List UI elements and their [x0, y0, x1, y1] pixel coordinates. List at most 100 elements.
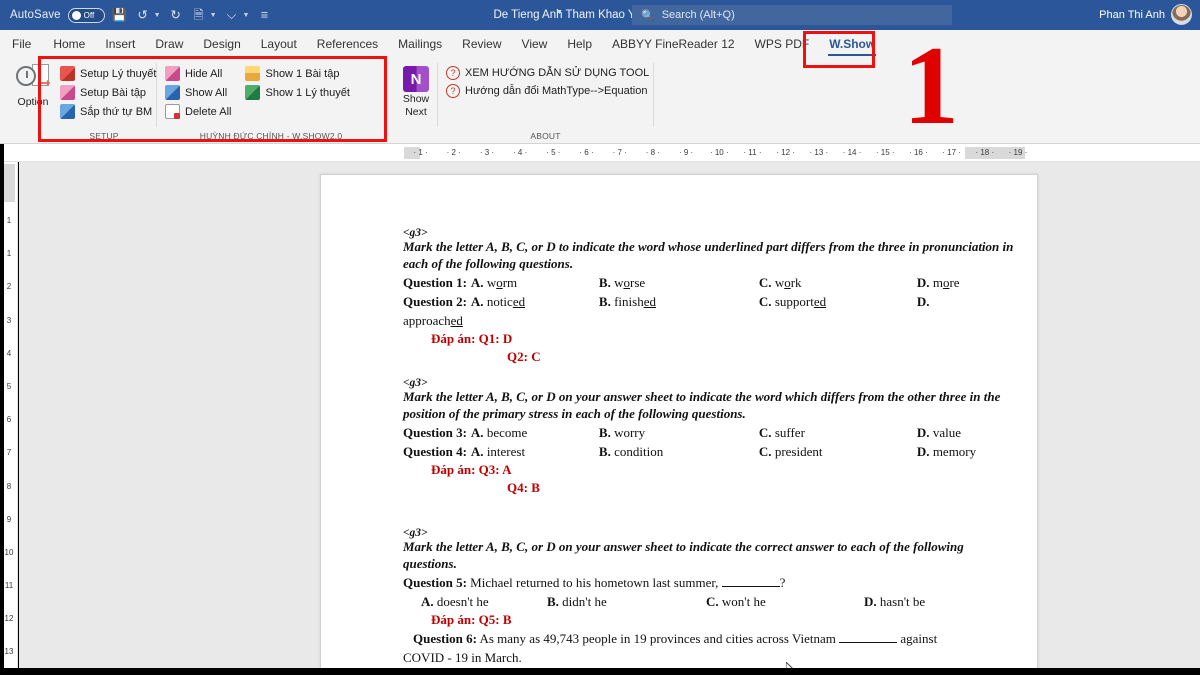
- setup-exercise-label: Setup Bài tập: [80, 87, 146, 99]
- tab-insert[interactable]: Insert: [95, 33, 145, 55]
- tab-layout[interactable]: Layout: [251, 33, 307, 55]
- ruler-tick: · 3 ·: [470, 144, 503, 162]
- option-letter: D.: [864, 594, 877, 609]
- tab-design[interactable]: Design: [193, 33, 250, 55]
- paragraph-spacer: [321, 366, 1037, 377]
- tab-mailings[interactable]: Mailings: [388, 33, 452, 55]
- show-one-theory-button[interactable]: Show 1 Lý thuyết: [243, 84, 353, 101]
- setup-exercise-button[interactable]: Setup Bài tập: [58, 84, 150, 101]
- view-tool-guide-button[interactable]: ? XEM HƯỚNG DẪN SỬ DỤNG TOOL: [444, 65, 647, 81]
- option-letter: A.: [471, 425, 484, 440]
- section-instruction: Mark the letter A, B, C, or D on your an…: [321, 539, 1037, 572]
- undo-dropdown-icon[interactable]: ▼: [154, 12, 161, 19]
- print-preview-icon[interactable]: 🗎: [191, 7, 207, 23]
- hide-all-button[interactable]: Hide All: [163, 65, 235, 82]
- option-letter: C.: [706, 594, 719, 609]
- redo-icon[interactable]: ↻: [168, 7, 184, 23]
- option-d: D. hasn't be: [864, 592, 925, 611]
- option-post: rm: [503, 275, 517, 290]
- title-dropdown-icon[interactable]: ▼: [556, 9, 563, 16]
- print-dropdown-icon[interactable]: ▼: [210, 12, 217, 19]
- option-letter: A.: [471, 294, 484, 309]
- delete-all-button[interactable]: Delete All: [163, 103, 235, 120]
- search-box[interactable]: 🔍 Search (Alt+Q): [632, 5, 952, 25]
- touch-mode-icon[interactable]: ⌵: [224, 7, 240, 23]
- undo-icon[interactable]: ↺: [135, 7, 151, 23]
- avatar[interactable]: [1171, 4, 1192, 25]
- ribbon-group-wshow: Hide All Show All Delete All: [157, 58, 385, 143]
- touch-dropdown-icon[interactable]: ▼: [243, 12, 250, 19]
- option-letter: A.: [471, 275, 484, 290]
- tab-abbyy-finereader[interactable]: ABBYY FineReader 12: [602, 33, 745, 55]
- option-letter: D.: [917, 294, 930, 309]
- tab-review[interactable]: Review: [452, 33, 511, 55]
- answer-line: Đáp án: Q3: A: [321, 461, 1037, 479]
- option-letter: B.: [547, 594, 559, 609]
- option-c: C. supported: [759, 292, 917, 311]
- sort-order-button[interactable]: Sắp thứ tự BM: [58, 103, 150, 120]
- show-one-exercise-button[interactable]: Show 1 Bài tập: [243, 65, 353, 82]
- option-a: A. interest: [467, 442, 599, 461]
- tab-wps-pdf[interactable]: WPS PDF: [745, 33, 820, 55]
- autosave-label: AutoSave: [10, 9, 61, 21]
- show-next-label-line1: Show: [403, 94, 429, 105]
- tab-home[interactable]: Home: [43, 33, 95, 55]
- ribbon-group-about: ? XEM HƯỚNG DẪN SỬ DỤNG TOOL ? Hướng dẫn…: [438, 58, 653, 143]
- autosave-toggle[interactable]: Off: [68, 8, 105, 23]
- tab-view[interactable]: View: [512, 33, 558, 55]
- ruler-tick: · 6 ·: [570, 144, 603, 162]
- answer-line: Q2: C: [321, 348, 1037, 366]
- tab-references[interactable]: References: [307, 33, 388, 55]
- answer-line: Đáp án: Q5: B: [321, 611, 1037, 629]
- section-tag: <g3>: [321, 377, 1037, 389]
- option-b: B. worry: [599, 423, 759, 442]
- ruler-tick: · 18 ·: [968, 144, 1001, 162]
- help-circle-icon: ?: [446, 66, 460, 80]
- option-underlined: ed: [814, 294, 826, 309]
- autosave-toggle-knob: [72, 11, 81, 20]
- tab-help[interactable]: Help: [557, 33, 602, 55]
- show-one-exercise-icon: [245, 66, 260, 81]
- option-text: worry: [614, 425, 645, 440]
- option-d: D.: [917, 292, 930, 311]
- tab-draw[interactable]: Draw: [145, 33, 193, 55]
- delete-all-label: Delete All: [185, 106, 231, 118]
- option-letter: A.: [421, 594, 434, 609]
- ruler-tick: · 12 ·: [769, 144, 802, 162]
- ribbon-tab-strip: File Home Insert Draw Design Layout Refe…: [0, 30, 1200, 58]
- ruler-tick: · 11 ·: [736, 144, 769, 162]
- question-label: Question 1:: [403, 273, 467, 292]
- save-icon[interactable]: 💾: [112, 7, 128, 23]
- show-next-button[interactable]: N Show Next: [391, 62, 441, 118]
- ribbon: ➞ Option Setup Lý thuyết Setup Bài tập: [0, 58, 1200, 144]
- tab-wshow[interactable]: W.Show: [819, 33, 885, 55]
- help-circle-icon: ?: [446, 84, 460, 98]
- option-text: doesn't he: [437, 594, 489, 609]
- option-letter: C.: [759, 294, 772, 309]
- document-canvas[interactable]: <g3> Mark the letter A, B, C, or D to in…: [19, 162, 1200, 675]
- option-letter: B.: [599, 275, 611, 290]
- ruler-tick: · 19 ·: [1001, 144, 1034, 162]
- horizontal-ruler[interactable]: · 1 ·· 2 ·· 3 ·· 4 ·· 5 ·· 6 ·· 7 ·· 8 ·…: [0, 144, 1200, 162]
- about-group-label: ABOUT: [438, 131, 653, 141]
- customize-qat-icon[interactable]: ≡: [256, 7, 272, 23]
- tab-file[interactable]: File: [0, 33, 43, 55]
- option-a: A. become: [467, 423, 599, 442]
- mathtype-guide-label: Hướng dẫn đổi MathType-->Equation: [465, 85, 647, 97]
- document-body[interactable]: <g3> Mark the letter A, B, C, or D to in…: [321, 175, 1037, 667]
- word-application-window: AutoSave Off 💾 ↺ ▼ ↻ 🗎 ▼ ⌵ ▼ ≡ De Tieng …: [0, 0, 1200, 675]
- setup-theory-button[interactable]: Setup Lý thuyết: [58, 65, 150, 82]
- mathtype-guide-button[interactable]: ? Hướng dẫn đổi MathType-->Equation: [444, 83, 647, 99]
- autosave-state-label: Off: [84, 11, 95, 20]
- option-letter: D.: [917, 425, 930, 440]
- option-b: B. didn't he: [547, 592, 706, 611]
- user-account[interactable]: Phan Thi Anh: [1099, 4, 1192, 25]
- onenote-icon: N: [403, 66, 429, 92]
- question-label: Question 4:: [403, 442, 467, 461]
- title-bar: AutoSave Off 💾 ↺ ▼ ↻ 🗎 ▼ ⌵ ▼ ≡ De Tieng …: [0, 0, 1200, 30]
- ruler-tick: · 14 ·: [835, 144, 868, 162]
- document-page[interactable]: <g3> Mark the letter A, B, C, or D to in…: [320, 174, 1038, 675]
- show-all-label: Show All: [185, 87, 227, 99]
- question-row: Question 4: A. interest B. condition C. …: [321, 442, 1037, 461]
- show-all-button[interactable]: Show All: [163, 84, 235, 101]
